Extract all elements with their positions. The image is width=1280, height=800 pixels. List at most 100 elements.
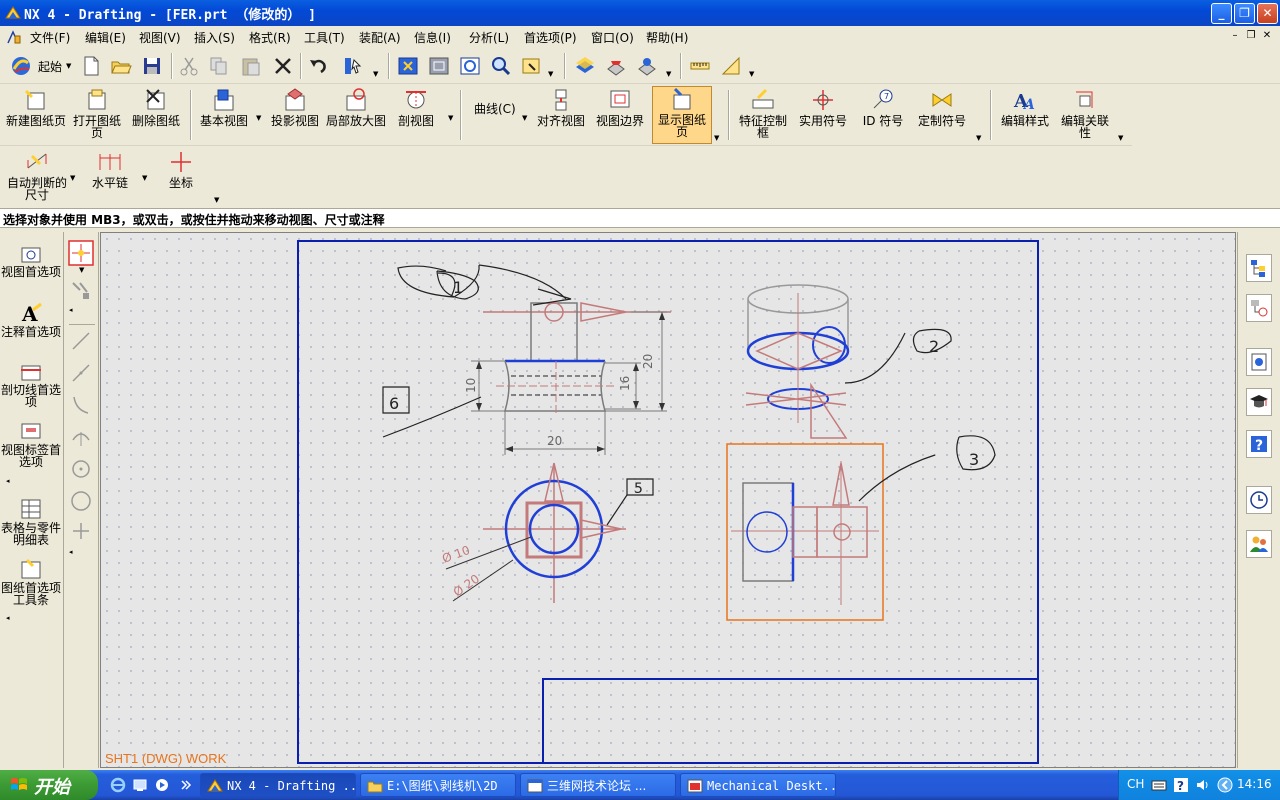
chevron-down-icon[interactable]: ▼ (749, 70, 754, 78)
document-icon[interactable] (6, 29, 22, 45)
measure-angle-icon[interactable] (720, 55, 742, 77)
undo-icon[interactable] (307, 55, 329, 77)
side-view[interactable] (726, 443, 884, 621)
selection-filter-icon[interactable] (342, 55, 364, 77)
close-button[interactable]: ✕ (1257, 3, 1278, 24)
resource-tab-training[interactable] (1246, 388, 1272, 416)
isometric-view[interactable] (745, 284, 850, 439)
chevron-left-icon[interactable]: ◂ (6, 614, 10, 622)
chevron-right-icon[interactable] (178, 777, 194, 793)
desktop-quicklaunch-icon[interactable] (132, 777, 148, 793)
media-quicklaunch-icon[interactable] (154, 777, 170, 793)
chevron-down-icon[interactable]: ▼ (373, 70, 378, 78)
chevron-down-icon[interactable]: ▼ (256, 114, 261, 122)
edit-style-button[interactable]: AA 编辑样式 (996, 88, 1054, 144)
annotation-preferences-button[interactable]: A 注释首选项 (0, 302, 62, 338)
menu-format[interactable]: 格式(R) (249, 29, 291, 46)
section-line-preferences-button[interactable]: 剖切线首选项 (0, 360, 62, 408)
measure-distance-icon[interactable] (689, 55, 711, 77)
chevron-down-icon[interactable]: ▼ (714, 134, 719, 142)
chevron-left-icon[interactable]: ◂ (6, 477, 10, 485)
resource-tab-assembly-navigator[interactable] (1246, 254, 1272, 282)
edit-associativity-button[interactable]: 编辑关联性 (1056, 88, 1114, 144)
new-sheet-button[interactable]: 新建图纸页 (6, 88, 66, 144)
line-tool-icon[interactable] (70, 330, 92, 352)
drawing-preferences-toolbar-button[interactable]: 图纸首选项工具条 (0, 558, 62, 606)
menu-edit[interactable]: 编辑(E) (85, 29, 126, 46)
id-symbol-button[interactable]: 7 ID 符号 (856, 88, 910, 144)
balloon-3[interactable]: 3 (969, 450, 979, 469)
horizontal-chain-button[interactable]: 水平链 (84, 150, 136, 206)
chevron-down-icon[interactable]: ▼ (70, 174, 75, 182)
chevron-down-icon[interactable]: ▼ (79, 266, 84, 274)
inferred-dimension-button[interactable]: 自动判断的尺寸 (6, 150, 68, 206)
cut-icon[interactable] (178, 55, 200, 77)
curve-dropdown[interactable]: 曲线(C) (474, 100, 524, 118)
clock[interactable]: 14:16 (1237, 777, 1272, 791)
doc-minimize-button[interactable]: – (1228, 30, 1242, 43)
projected-view-button[interactable]: 投影视图 (266, 88, 324, 144)
task-nx-drafting[interactable]: NX 4 - Drafting ... (200, 773, 356, 797)
volume-icon[interactable] (1195, 777, 1211, 793)
menu-analysis[interactable]: 分析(L) (469, 29, 509, 46)
menu-tools[interactable]: 工具(T) (304, 29, 345, 46)
menu-help[interactable]: 帮助(H) (646, 29, 688, 46)
view-label-preferences-button[interactable]: 视图标签首选项 (0, 420, 62, 468)
start-button[interactable]: 起始 ▼ (6, 53, 76, 79)
drawing-sheet[interactable]: 20 20 10 16 Ø 10 Ø 20 1 2 3 6 5 (101, 233, 1236, 768)
display-sheet-button[interactable]: 显示图纸页 (652, 86, 712, 144)
align-view-button[interactable]: 对齐视图 (534, 88, 588, 144)
chevron-left-icon[interactable]: ◂ (69, 548, 73, 556)
dim-height-20[interactable]: 20 (641, 354, 655, 369)
zoom-in-out-icon[interactable] (459, 55, 481, 77)
line-point-tool-icon[interactable] (70, 362, 92, 384)
menu-assembly[interactable]: 装配(A) (359, 29, 401, 46)
open-sheet-button[interactable]: 打开图纸页 (68, 88, 126, 144)
menu-information[interactable]: 信息(I) (414, 29, 451, 46)
zoom-icon[interactable] (490, 55, 512, 77)
dim-height-10[interactable]: 10 (464, 378, 478, 393)
doc-restore-button[interactable]: ❐ (1244, 30, 1258, 43)
new-file-icon[interactable] (80, 55, 102, 77)
chevron-down-icon[interactable]: ▼ (522, 114, 527, 122)
fit-view-icon[interactable] (397, 55, 419, 77)
zoom-window-icon[interactable] (428, 55, 450, 77)
help-tray-icon[interactable]: ? (1173, 777, 1189, 793)
view-preferences-button[interactable]: 视图首选项 (0, 242, 62, 278)
chevron-left-icon[interactable]: ◂ (69, 306, 73, 314)
minimize-button[interactable]: _ (1211, 3, 1232, 24)
ordinate-button[interactable]: 坐标 (156, 150, 206, 206)
base-view-button[interactable]: 基本视图 (196, 88, 252, 144)
resource-tab-roles[interactable] (1246, 530, 1272, 558)
start-menu-button[interactable]: 开始 (0, 770, 98, 800)
task-mechanical-desktop[interactable]: Mechanical Deskt... (680, 773, 836, 797)
ie-quicklaunch-icon[interactable] (110, 777, 126, 793)
balloon-2[interactable]: 2 (929, 337, 939, 356)
menu-insert[interactable]: 插入(S) (194, 29, 235, 46)
balloon-6[interactable]: 6 (389, 394, 399, 413)
chevron-left-icon[interactable] (1217, 777, 1233, 793)
paste-icon[interactable] (240, 55, 262, 77)
resource-tab-history[interactable] (1246, 348, 1272, 376)
doc-close-button[interactable]: ✕ (1260, 30, 1274, 43)
chevron-down-icon[interactable]: ▼ (1118, 134, 1123, 142)
title-bar[interactable]: NX 4 - Drafting - [FER.prt （修改的） ] _ ❐ ✕ (0, 0, 1280, 26)
display-settings-icon[interactable] (605, 55, 627, 77)
detail-view-button[interactable]: 局部放大图 (326, 88, 386, 144)
chevron-down-icon[interactable]: ▼ (548, 70, 553, 78)
pan-icon[interactable] (521, 55, 543, 77)
drawing-canvas[interactable]: 20 20 10 16 Ø 10 Ø 20 1 2 3 6 5 SHT1 (DW… (100, 232, 1236, 768)
section-view-button[interactable]: 剖视图 (390, 88, 442, 144)
dim-dia-20[interactable]: Ø 20 (451, 572, 482, 600)
menu-file[interactable]: 文件(F) (30, 29, 70, 46)
custom-symbol-button[interactable]: 定制符号 (912, 88, 972, 144)
resource-tab-part-navigator[interactable] (1246, 294, 1272, 322)
maximize-button[interactable]: ❐ (1234, 3, 1255, 24)
language-indicator[interactable]: CH (1127, 777, 1144, 791)
delete-sheet-button[interactable]: 删除图纸 (128, 88, 184, 144)
menu-view[interactable]: 视图(V) (139, 29, 181, 46)
point-cross-tool-icon[interactable] (70, 520, 92, 542)
arc-tool-icon[interactable] (70, 426, 92, 448)
task-forum-browser[interactable]: 三维网技术论坛 ... (520, 773, 676, 797)
table-and-parts-list-button[interactable]: 表格与零件明细表 (0, 498, 62, 546)
